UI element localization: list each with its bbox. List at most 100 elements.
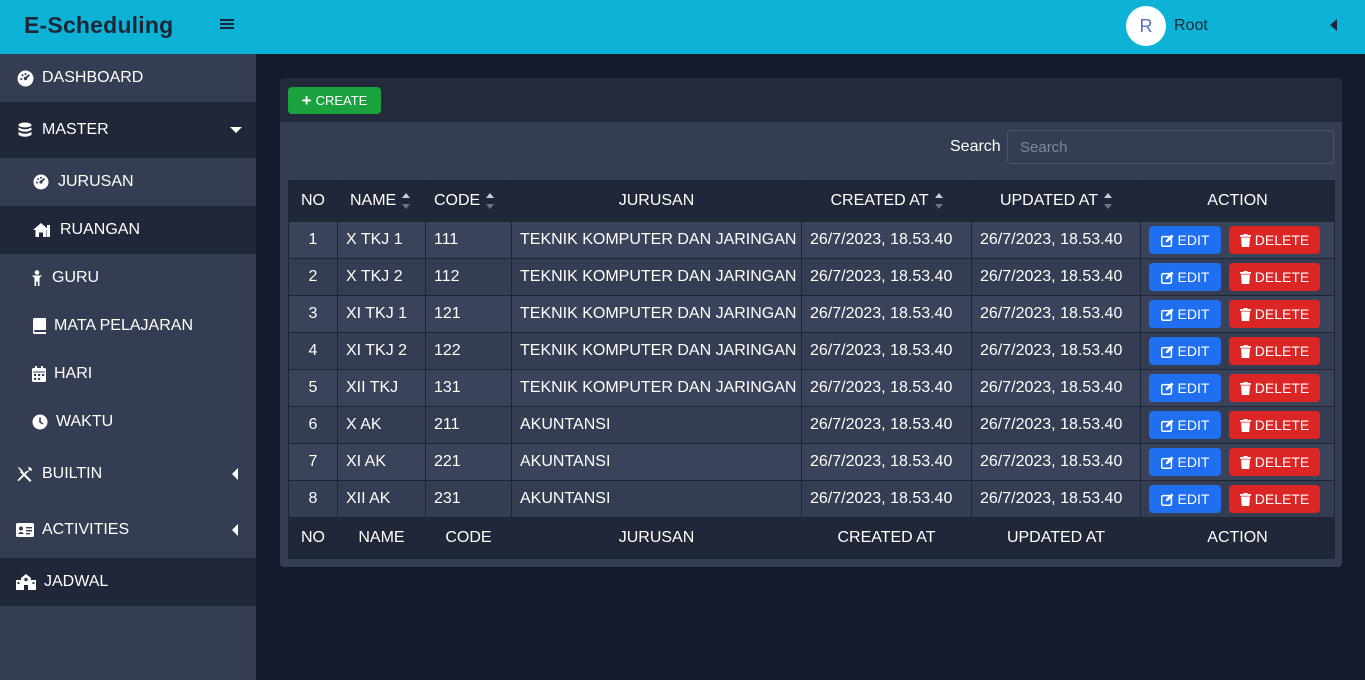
edit-button[interactable]: EDIT [1149, 300, 1221, 328]
table-row: 5 XII TKJ 131 TEKNIK KOMPUTER DAN JARINGAN 2… [288, 369, 1335, 407]
delete-button[interactable]: DELETE [1229, 300, 1320, 328]
cell-name: X AK [337, 406, 426, 444]
sidebar-item-ruangan[interactable]: RUANGAN [0, 206, 256, 254]
cell-jurusan: TEKNIK KOMPUTER DAN JARINGAN [511, 369, 802, 407]
edit-button[interactable]: EDIT [1149, 485, 1221, 513]
avatar[interactable]: R [1126, 6, 1166, 46]
cell-no: 7 [288, 443, 338, 481]
delete-button[interactable]: DELETE [1229, 263, 1320, 291]
cell-action: EDIT DELETE [1140, 406, 1335, 444]
cell-action: EDIT DELETE [1140, 295, 1335, 333]
cell-code: 111 [425, 221, 512, 259]
delete-button[interactable]: DELETE [1229, 411, 1320, 439]
caret-left-icon[interactable] [1330, 19, 1337, 31]
trash-icon [1239, 307, 1251, 321]
edit-icon [1160, 455, 1174, 469]
edit-button[interactable]: EDIT [1149, 448, 1221, 476]
trash-icon [1239, 455, 1251, 469]
table-row: 4 XI TKJ 2 122 TEKNIK KOMPUTER DAN JARINGAN… [288, 332, 1335, 370]
sort-icon [1104, 192, 1113, 210]
cell-created-at: 26/7/2023, 18.53.40 [801, 480, 972, 518]
column-header-code[interactable]: CODE [425, 180, 512, 222]
brand-title[interactable]: E-Scheduling [24, 12, 173, 39]
column-header-jurusan: JURUSAN [511, 180, 802, 222]
trash-icon [1239, 492, 1251, 506]
calendar-icon [32, 365, 46, 383]
sidebar-item-hari[interactable]: HARI [0, 350, 256, 398]
cell-action: EDIT DELETE [1140, 480, 1335, 518]
delete-button[interactable]: DELETE [1229, 337, 1320, 365]
create-button[interactable]: + CREATE [288, 87, 381, 114]
cell-jurusan: TEKNIK KOMPUTER DAN JARINGAN [511, 332, 802, 370]
column-footer-jurusan: JURUSAN [511, 517, 802, 559]
cell-jurusan: AKUNTANSI [511, 406, 802, 444]
table-header-row: NO NAME CODE JURUSAN CREATED AT UPDATED … [288, 180, 1335, 222]
cell-created-at: 26/7/2023, 18.53.40 [801, 221, 972, 259]
edit-icon [1160, 492, 1174, 506]
column-header-updated-at[interactable]: UPDATED AT [971, 180, 1141, 222]
delete-button-label: DELETE [1254, 343, 1310, 359]
sidebar-item-jadwal[interactable]: JADWAL [0, 558, 256, 606]
cell-code: 112 [425, 258, 512, 296]
delete-button-label: DELETE [1254, 491, 1310, 507]
sidebar-item-waktu[interactable]: WAKTU [0, 398, 256, 446]
delete-button-label: DELETE [1254, 380, 1310, 396]
sidebar-item-label: GURU [52, 269, 100, 286]
delete-button[interactable]: DELETE [1229, 485, 1320, 513]
book-icon [32, 317, 46, 335]
cell-name: X TKJ 2 [337, 258, 426, 296]
edit-button-label: EDIT [1177, 491, 1210, 507]
column-footer-no: NO [288, 517, 338, 559]
column-header-created-at[interactable]: CREATED AT [801, 180, 972, 222]
sidebar-item-mata-pelajaran[interactable]: MATA PELAJARAN [0, 302, 256, 350]
edit-button[interactable]: EDIT [1149, 226, 1221, 254]
cell-created-at: 26/7/2023, 18.53.40 [801, 258, 972, 296]
edit-button[interactable]: EDIT [1149, 337, 1221, 365]
sidebar-item-guru[interactable]: GURU [0, 254, 256, 302]
hamburger-menu-icon[interactable] [218, 17, 238, 37]
cell-no: 1 [288, 221, 338, 259]
cell-updated-at: 26/7/2023, 18.53.40 [971, 480, 1141, 518]
sidebar-item-label: RUANGAN [60, 221, 141, 238]
edit-button[interactable]: EDIT [1149, 374, 1221, 402]
search-input[interactable] [1007, 130, 1334, 164]
delete-button-label: DELETE [1254, 417, 1310, 433]
sort-icon [402, 192, 411, 210]
sidebar-item-label: BUILTIN [42, 465, 103, 482]
trash-icon [1239, 344, 1251, 358]
column-header-name[interactable]: NAME [337, 180, 426, 222]
cell-no: 6 [288, 406, 338, 444]
delete-button[interactable]: DELETE [1229, 374, 1320, 402]
id-card-icon [16, 521, 34, 539]
sidebar-item-label: JADWAL [44, 573, 109, 590]
content-card: + CREATE Search NO NAME CODE JURUSAN CRE… [280, 78, 1342, 567]
trash-icon [1239, 233, 1251, 247]
edit-button[interactable]: EDIT [1149, 411, 1221, 439]
sidebar-item-master[interactable]: MASTER [0, 102, 256, 158]
cell-code: 211 [425, 406, 512, 444]
edit-icon [1160, 307, 1174, 321]
table-row: 8 XII AK 231 AKUNTANSI 26/7/2023, 18.53.40 26… [288, 480, 1335, 518]
sidebar-item-dashboard[interactable]: DASHBOARD [0, 54, 256, 102]
house-icon [32, 221, 52, 239]
cell-name: XII AK [337, 480, 426, 518]
sidebar-item-jurusan[interactable]: JURUSAN [0, 158, 256, 206]
table-row: 2X TKJ 2 112 TEKNIK KOMPUTER DAN JARINGAN 2… [288, 258, 1335, 296]
delete-button-label: DELETE [1254, 454, 1310, 470]
cell-action: EDIT DELETE [1140, 369, 1335, 407]
cell-code: 121 [425, 295, 512, 333]
delete-button[interactable]: DELETE [1229, 226, 1320, 254]
cell-created-at: 26/7/2023, 18.53.40 [801, 369, 972, 407]
edit-button-label: EDIT [1177, 417, 1210, 433]
sidebar-item-builtin[interactable]: BUILTIN [0, 446, 256, 502]
table-row: 6X AK 211 AKUNTANSI 26/7/2023, 18.53.40 26/7… [288, 406, 1335, 444]
caret-left-icon [232, 524, 238, 536]
edit-icon [1160, 381, 1174, 395]
sidebar-item-label: WAKTU [56, 413, 114, 430]
cell-code: 231 [425, 480, 512, 518]
user-name[interactable]: Root [1174, 17, 1208, 35]
delete-button[interactable]: DELETE [1229, 448, 1320, 476]
sidebar-item-activities[interactable]: ACTIVITIES [0, 502, 256, 558]
edit-button[interactable]: EDIT [1149, 263, 1221, 291]
edit-button-label: EDIT [1177, 454, 1210, 470]
